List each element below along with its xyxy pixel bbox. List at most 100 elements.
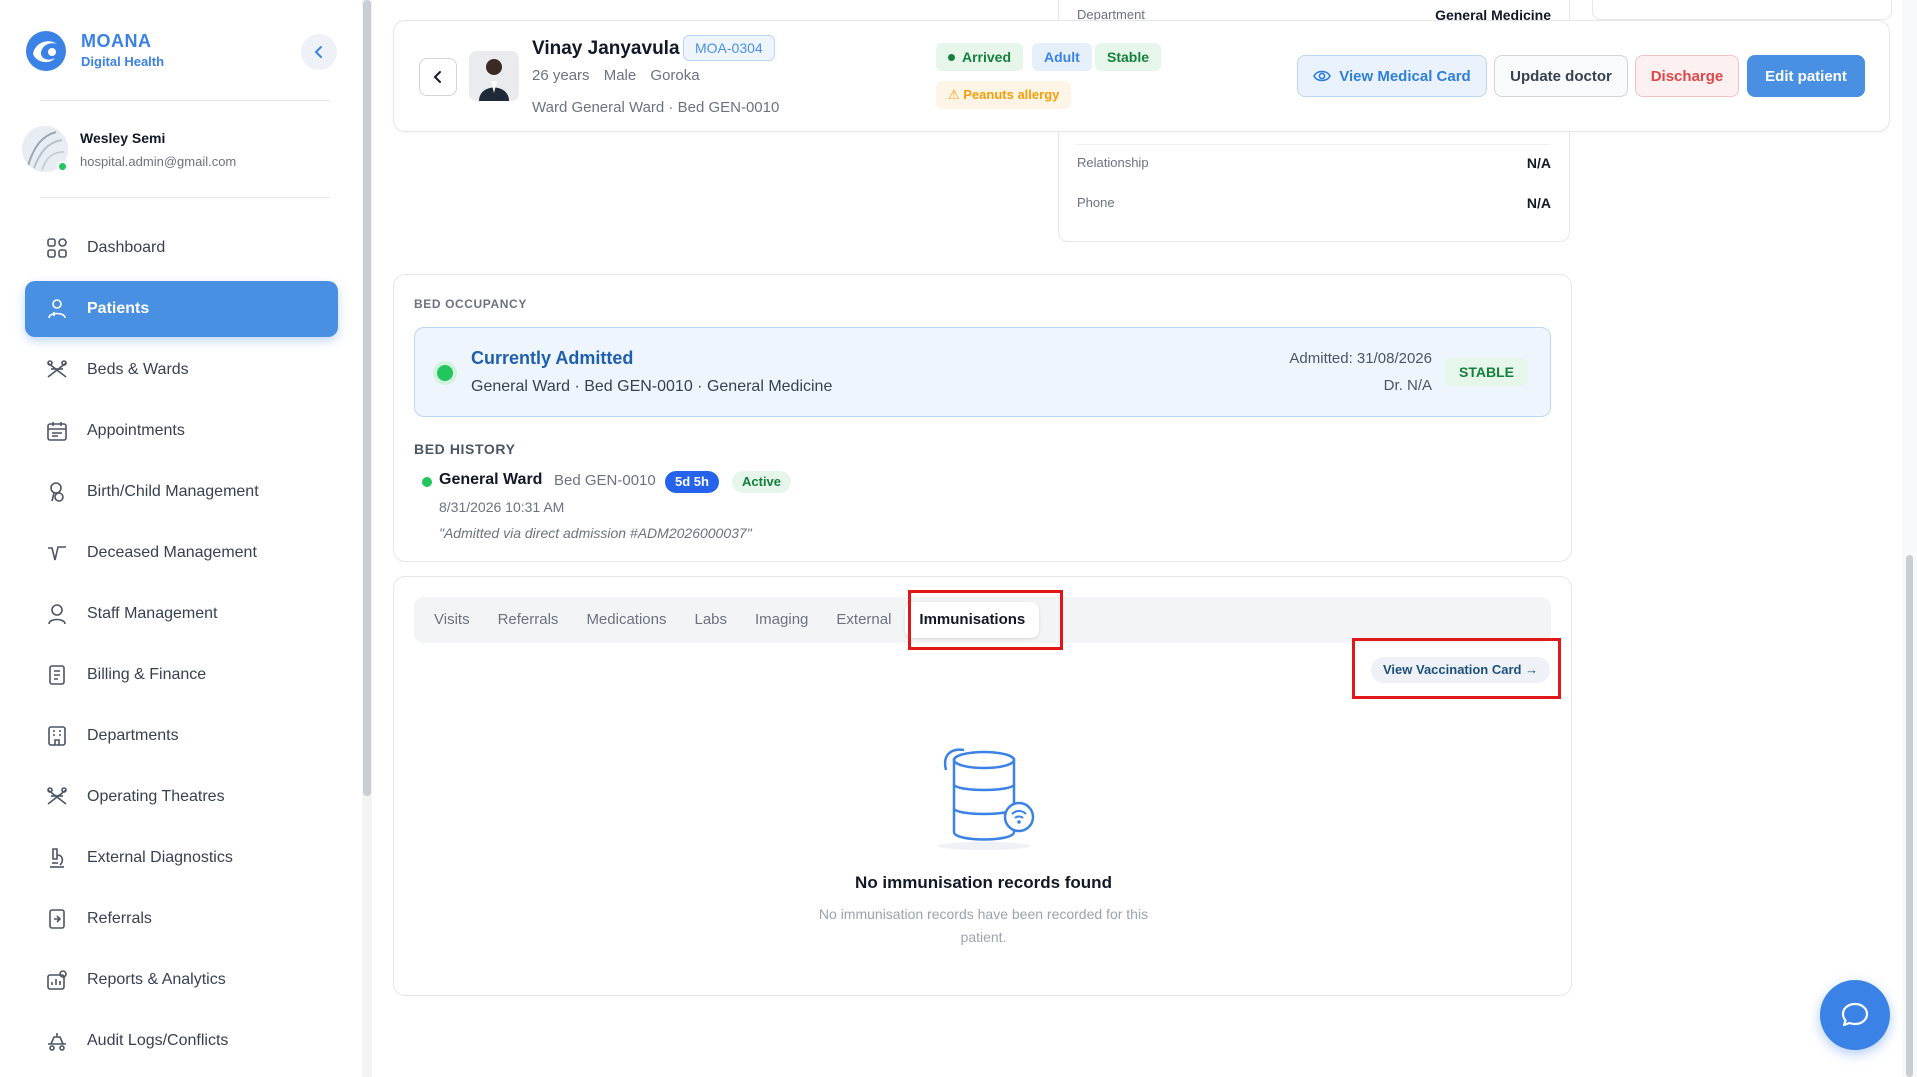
chat-button[interactable] (1820, 980, 1890, 1050)
patient-sex: Male (603, 67, 637, 84)
phone-value: N/A (1526, 195, 1551, 211)
sidebar-item-label: Billing & Finance (87, 666, 207, 683)
staff-icon (45, 602, 69, 626)
database-empty-icon (938, 748, 1035, 850)
main-scrollbar-thumb[interactable] (1906, 555, 1913, 1077)
chat-bubble-icon (1841, 1002, 1869, 1027)
dashboard-icon (45, 236, 69, 260)
bed-occupancy-heading: BED OCCUPANCY (414, 297, 527, 311)
collapse-sidebar-button[interactable] (301, 34, 337, 70)
sidebar-item-label: Deceased Management (87, 544, 257, 561)
sidebar-item-referrals[interactable]: Referrals (25, 891, 338, 947)
current-admission: Currently Admitted General Ward · Bed GE… (414, 327, 1551, 417)
divider (40, 100, 330, 101)
view-medical-card-button[interactable]: View Medical Card (1297, 55, 1487, 97)
sidebar-item-dashboard[interactable]: Dashboard (25, 220, 338, 276)
audit-icon (45, 1029, 69, 1053)
tab-labs[interactable]: Labs (680, 602, 741, 638)
tab-external[interactable]: External (822, 602, 905, 638)
allergy-badge: ⚠ Peanuts allergy (936, 81, 1072, 109)
update-doctor-button[interactable]: Update doctor (1494, 55, 1628, 97)
sidebar-item-billing[interactable]: Billing & Finance (25, 647, 338, 703)
empty-state-description: No immunisation records have been record… (818, 906, 1149, 945)
patient-photo-icon (469, 51, 519, 101)
theatre-icon (45, 785, 69, 809)
sidebar-item-label: Staff Management (87, 605, 218, 622)
sidebar-item-birth-child[interactable]: Birth/Child Management (25, 464, 338, 520)
chevron-left-icon (314, 46, 322, 58)
phone-label: Phone (1077, 195, 1115, 210)
patient-header: Vinay Janyavula MOA-0304 26 years Male G… (393, 20, 1890, 132)
contact-row-relationship: Relationship N/A (1077, 155, 1551, 171)
sidebar-scrollbar[interactable] (362, 0, 372, 1077)
stable-badge: STABLE (1445, 358, 1528, 386)
edit-patient-button[interactable]: Edit patient (1747, 55, 1865, 97)
tab-referrals[interactable]: Referrals (484, 602, 573, 638)
history-note: "Admitted via direct admission #ADM20260… (439, 525, 752, 541)
patient-photo (469, 51, 519, 101)
main-scrollbar[interactable] (1902, 0, 1917, 1077)
sidebar-item-operating-theatres[interactable]: Operating Theatres (25, 769, 338, 825)
patient-name: Vinay Janyavula (532, 38, 680, 59)
user-name: Wesley Semi (80, 129, 166, 146)
sidebar-item-external-diagnostics[interactable]: External Diagnostics (25, 830, 338, 886)
bed-occupancy-card: BED OCCUPANCY Currently Admitted General… (393, 274, 1572, 562)
sidebar-item-label: External Diagnostics (87, 849, 233, 866)
mrn-badge: MOA-0304 (683, 35, 775, 61)
sidebar-item-label: Referrals (87, 910, 152, 927)
bed-icon (45, 358, 69, 382)
sidebar-item-beds-wards[interactable]: Beds & Wards (25, 342, 338, 398)
arrived-badge: Arrived (936, 43, 1024, 71)
history-ward: General Ward (439, 471, 543, 488)
tab-visits[interactable]: Visits (420, 602, 484, 638)
sidebar-item-label: Birth/Child Management (87, 483, 259, 500)
admission-doctor: Dr. N/A (1383, 377, 1432, 394)
brand[interactable]: MOANA Digital Health (25, 30, 164, 72)
calendar-icon (45, 419, 69, 443)
sidebar-item-label: Appointments (87, 422, 185, 439)
sidebar-item-label: Reports & Analytics (87, 971, 226, 988)
deceased-icon (45, 541, 69, 565)
sidebar-item-label: Beds & Wards (87, 361, 189, 378)
tab-medications[interactable]: Medications (572, 602, 680, 638)
contact-row-phone: Phone N/A (1077, 195, 1551, 211)
moana-logo-icon (26, 31, 66, 71)
history-duration-badge: 5d 5h (665, 471, 719, 493)
empty-state-title: No immunisation records found (855, 873, 1112, 892)
brand-subtitle: Digital Health (81, 54, 165, 69)
history-status-badge: Active (732, 471, 792, 493)
user-email: hospital.admin@gmail.com (80, 153, 237, 169)
admission-title: Currently Admitted (471, 348, 634, 368)
sidebar-item-deceased[interactable]: Deceased Management (25, 525, 338, 581)
sidebar-scrollbar-thumb[interactable] (363, 0, 371, 796)
sidebar-item-patients[interactable]: Patients (25, 281, 338, 337)
relationship-value: N/A (1526, 155, 1551, 171)
sidebar-item-appointments[interactable]: Appointments (25, 403, 338, 459)
sidebar-item-departments[interactable]: Departments (25, 708, 338, 764)
sidebar-item-label: Audit Logs/Conflicts (87, 1032, 229, 1049)
sidebar-item-label: Departments (87, 727, 179, 744)
billing-icon (45, 663, 69, 687)
admission-status-dot (437, 365, 453, 381)
highlight-box (1352, 638, 1561, 699)
tab-imaging[interactable]: Imaging (741, 602, 822, 638)
sidebar-item-audit-logs[interactable]: Audit Logs/Conflicts (25, 1013, 338, 1069)
patient-location: Goroka (650, 67, 700, 84)
relationship-label: Relationship (1077, 155, 1149, 170)
admission-detail: General Ward · Bed GEN-0010 · General Me… (471, 378, 833, 395)
records-tabs-card: Visits Referrals Medications Labs Imagin… (393, 576, 1572, 996)
sidebar-item-staff[interactable]: Staff Management (25, 586, 338, 642)
sidebar-item-reports[interactable]: Reports & Analytics (25, 952, 338, 1008)
microscope-icon (45, 846, 69, 870)
view-medical-card-label: View Medical Card (1339, 67, 1471, 85)
referral-icon (45, 907, 69, 931)
sidebar: MOANA Digital Health Wesley Semi hospita… (0, 0, 362, 1077)
user-profile[interactable]: Wesley Semi hospital.admin@gmail.com (22, 126, 236, 172)
status-dot (948, 54, 955, 61)
history-datetime: 8/31/2026 10:31 AM (439, 499, 565, 515)
age-group-badge: Adult (1032, 43, 1092, 71)
patients-icon (45, 297, 69, 321)
discharge-button[interactable]: Discharge (1635, 55, 1739, 97)
highlight-box (908, 590, 1063, 650)
back-button[interactable] (419, 58, 457, 96)
